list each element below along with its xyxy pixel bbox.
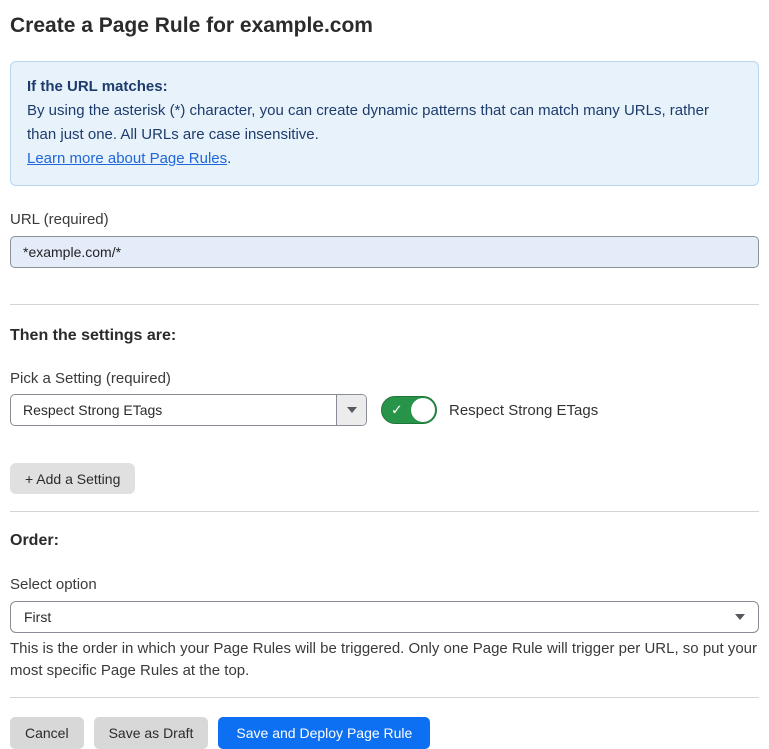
url-match-info-box: If the URL matches: By using the asteris… (10, 61, 759, 186)
setting-select-arrow-button[interactable] (336, 395, 366, 425)
add-setting-button[interactable]: + Add a Setting (10, 463, 135, 494)
save-and-deploy-button[interactable]: Save and Deploy Page Rule (218, 717, 430, 749)
footer-divider (10, 697, 759, 698)
link-period: . (227, 150, 231, 167)
url-field-label: URL (required) (10, 211, 759, 228)
page-title: Create a Page Rule for example.com (10, 14, 759, 38)
setting-toggle[interactable]: ✓ (381, 396, 437, 424)
footer-actions: Cancel Save as Draft Save and Deploy Pag… (10, 717, 759, 749)
chevron-down-icon (735, 614, 745, 620)
create-page-rule-form: Create a Page Rule for example.com If th… (0, 0, 769, 749)
setting-row: Respect Strong ETags ✓ Respect Strong ET… (10, 394, 759, 426)
order-help-text: This is the order in which your Page Rul… (10, 638, 759, 681)
cancel-button[interactable]: Cancel (10, 717, 84, 749)
order-section-heading: Order: (10, 532, 759, 550)
setting-select-value: Respect Strong ETags (11, 395, 336, 425)
order-select-value: First (24, 609, 51, 625)
url-input[interactable] (10, 236, 759, 268)
order-select-label: Select option (10, 576, 759, 593)
section-divider (10, 511, 759, 512)
setting-select[interactable]: Respect Strong ETags (10, 394, 367, 426)
save-as-draft-button[interactable]: Save as Draft (94, 717, 209, 749)
toggle-knob (411, 398, 435, 422)
check-icon: ✓ (391, 403, 403, 417)
info-box-heading: If the URL matches: (27, 75, 742, 99)
learn-more-link[interactable]: Learn more about Page Rules (27, 150, 227, 167)
settings-section-heading: Then the settings are: (10, 327, 759, 345)
chevron-down-icon (347, 407, 357, 413)
section-divider (10, 304, 759, 305)
setting-toggle-label: Respect Strong ETags (449, 402, 598, 419)
order-select[interactable]: First (10, 601, 759, 633)
pick-setting-label: Pick a Setting (required) (10, 370, 759, 387)
info-box-link-line: Learn more about Page Rules. (27, 147, 742, 171)
info-box-body: By using the asterisk (*) character, you… (27, 99, 742, 147)
